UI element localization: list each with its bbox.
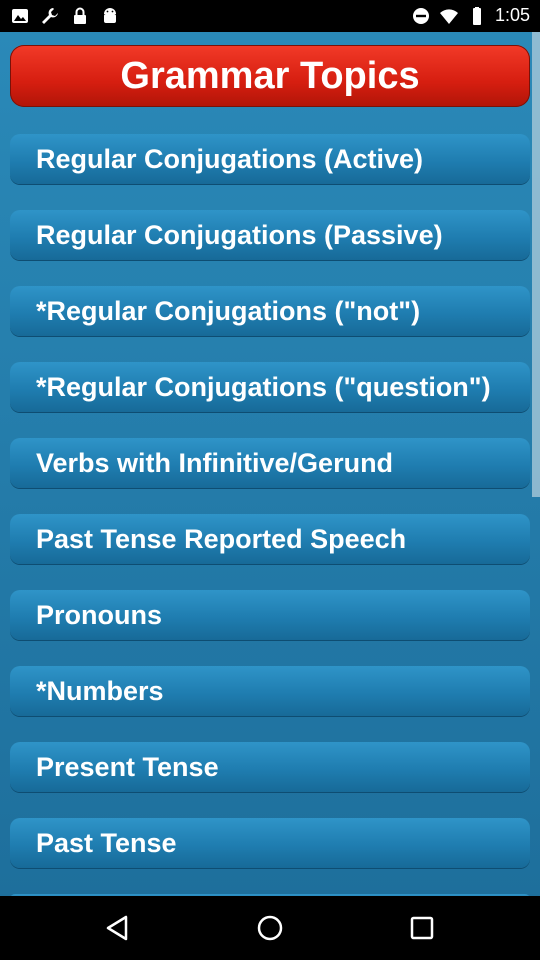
topic-item-regular-question[interactable]: *Regular Conjugations ("question") xyxy=(10,362,530,412)
status-bar: 1:05 xyxy=(0,0,540,32)
lock-icon xyxy=(74,7,86,24)
navigation-bar xyxy=(0,896,540,960)
wifi-icon xyxy=(439,8,458,24)
battery-icon xyxy=(472,6,481,25)
topic-item-present-tense[interactable]: Present Tense xyxy=(10,742,530,792)
do-not-disturb-icon xyxy=(412,7,429,24)
topic-item-regular-not[interactable]: *Regular Conjugations ("not") xyxy=(10,286,530,336)
system-icons: 1:05 xyxy=(411,5,530,26)
wrench-icon xyxy=(42,8,58,24)
topic-item-pronouns[interactable]: Pronouns xyxy=(10,590,530,640)
home-icon[interactable] xyxy=(254,912,286,944)
android-icon xyxy=(104,8,116,23)
status-time: 1:05 xyxy=(494,5,530,25)
page-title: Grammar Topics xyxy=(10,45,530,107)
scrollbar[interactable] xyxy=(532,32,540,497)
topic-item-past-tense[interactable]: Past Tense xyxy=(10,818,530,868)
topics-list[interactable]: Regular Conjugations (Active) Regular Co… xyxy=(10,134,530,896)
topic-item-reported-speech[interactable]: Past Tense Reported Speech xyxy=(10,514,530,564)
topic-item-infinitive-gerund[interactable]: Verbs with Infinitive/Gerund xyxy=(10,438,530,488)
recents-icon[interactable] xyxy=(406,912,438,944)
topic-item-numbers[interactable]: *Numbers xyxy=(10,666,530,716)
back-icon[interactable] xyxy=(102,912,134,944)
topic-item-regular-active[interactable]: Regular Conjugations (Active) xyxy=(10,134,530,184)
image-icon xyxy=(12,9,28,23)
notification-icons xyxy=(10,6,120,26)
topic-item-regular-passive[interactable]: Regular Conjugations (Passive) xyxy=(10,210,530,260)
topics-screen[interactable]: Grammar Topics Regular Conjugations (Act… xyxy=(0,32,540,896)
